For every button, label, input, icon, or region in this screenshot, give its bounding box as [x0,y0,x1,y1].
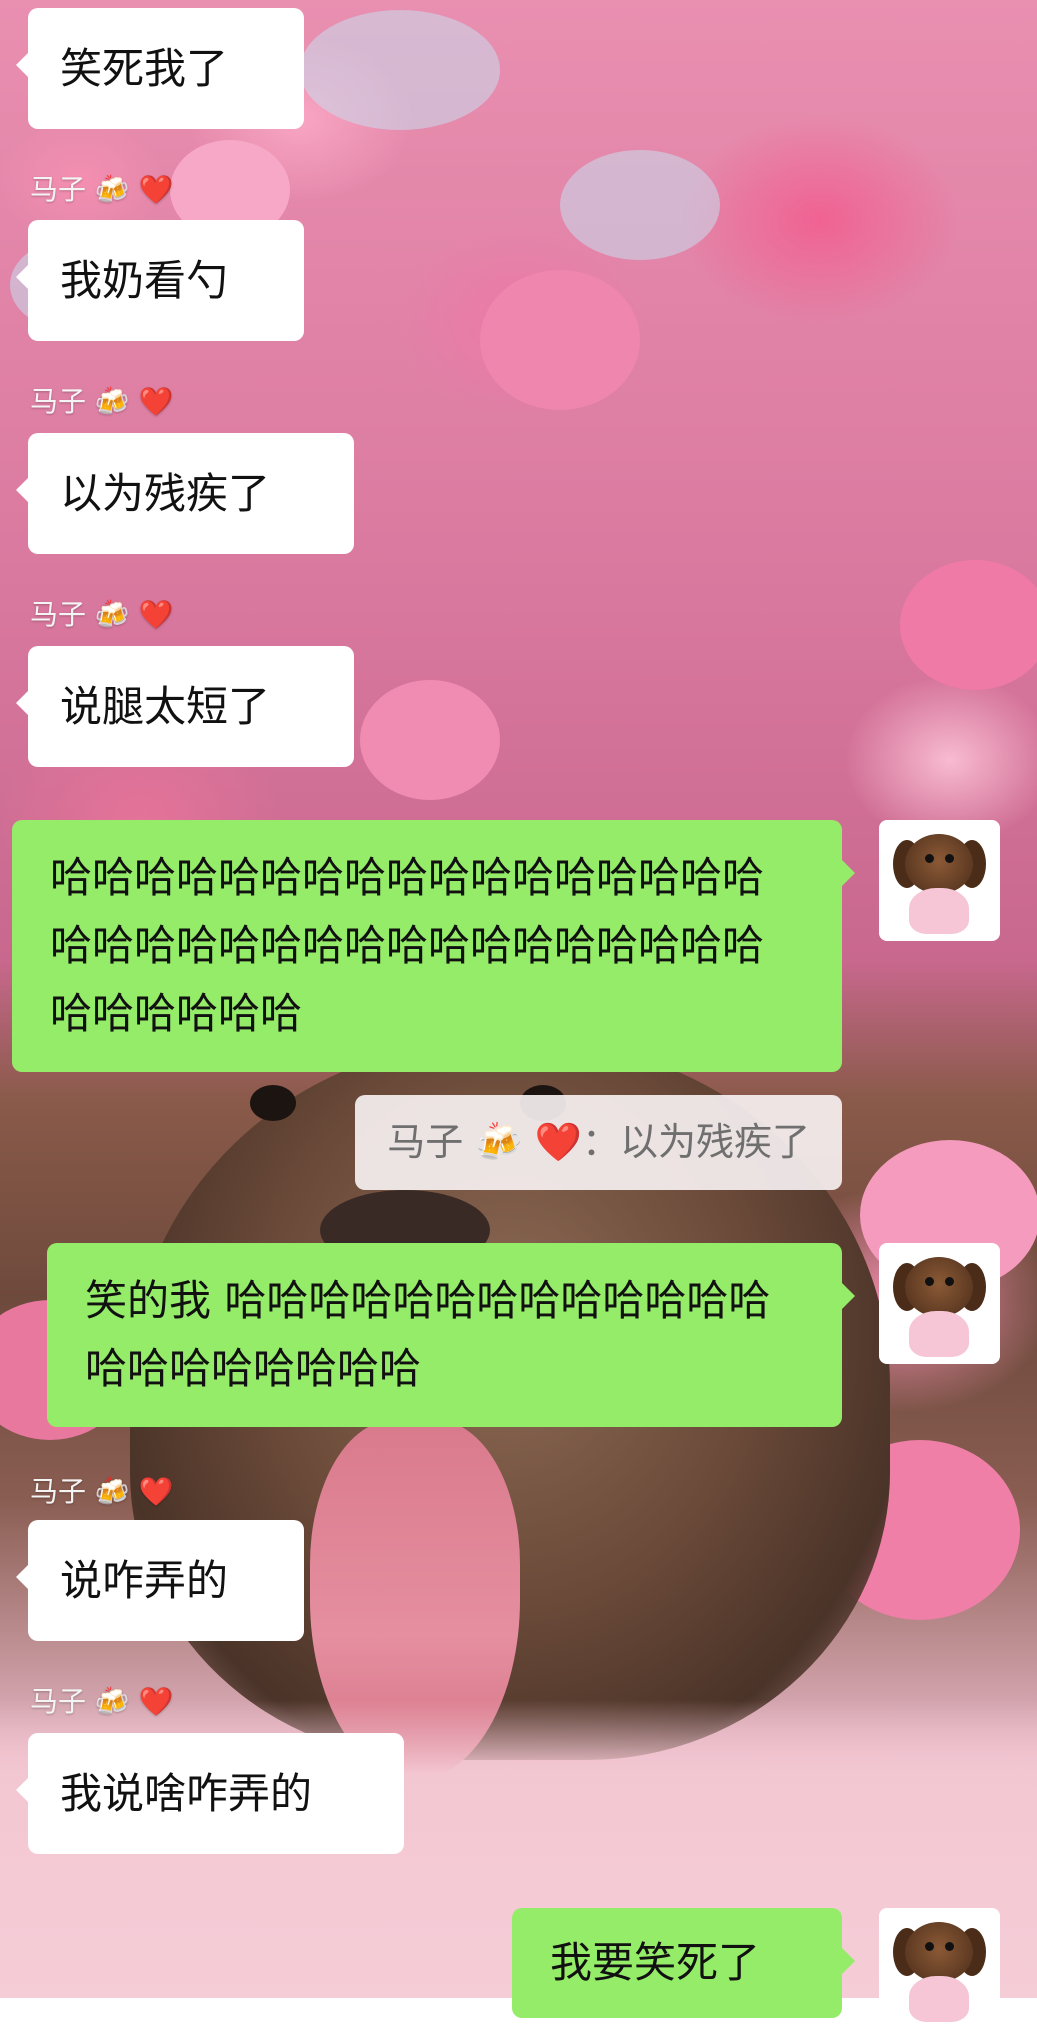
message-bubble-incoming[interactable]: 笑死我了 [16,8,304,129]
message-bubble-incoming[interactable]: 以为残疾了 [16,433,354,554]
message-bubble-incoming[interactable]: 我说啥咋弄的 [16,1733,404,1854]
sender-name: 马子 🍻 ❤️ [30,1475,174,1508]
sender-name: 马子 🍻 ❤️ [30,385,174,418]
sender-name: 马子 🍻 ❤️ [30,173,174,206]
avatar[interactable] [879,1908,1000,2029]
message-bubble-outgoing[interactable]: 哈哈哈哈哈哈哈哈哈哈哈哈哈哈哈哈哈哈哈哈哈哈哈哈哈哈哈哈哈哈哈哈哈哈哈哈哈哈哈哈 [12,820,855,1072]
message-bubble-incoming[interactable]: 我奶看勺 [16,220,304,341]
message-bubble-outgoing[interactable]: 我要笑死了 [512,1908,855,2018]
quoted-message[interactable]: 马子 🍻 ❤️：以为残疾了 [355,1095,842,1190]
avatar[interactable] [879,1243,1000,1364]
sender-name: 马子 🍻 ❤️ [30,598,174,631]
message-bubble-incoming[interactable]: 说咋弄的 [16,1520,304,1641]
message-bubble-incoming[interactable]: 说腿太短了 [16,646,354,767]
message-bubble-outgoing[interactable]: 笑的我 哈哈哈哈哈哈哈哈哈哈哈哈哈哈哈哈哈哈哈哈哈 [47,1243,855,1427]
avatar[interactable] [879,820,1000,941]
sender-name: 马子 🍻 ❤️ [30,1685,174,1718]
